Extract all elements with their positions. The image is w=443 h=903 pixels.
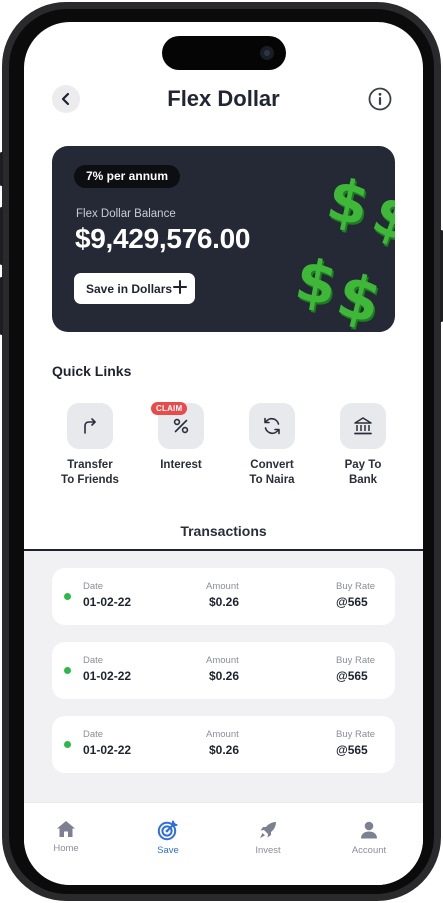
action-button (0, 152, 3, 186)
refresh-icon (264, 417, 280, 435)
user-icon (361, 821, 377, 839)
rate-column: Buy Rate @565 (336, 655, 375, 683)
date-value: 01-02-22 (83, 595, 132, 609)
date-label: Date (83, 581, 104, 592)
interest-rate-badge: 7% per annum (74, 165, 181, 188)
date-column: Date 01-02-22 (83, 729, 131, 757)
quick-link-convert[interactable]: Convert To Naira (227, 403, 317, 488)
quick-link-label: Pay To Bank (344, 459, 382, 486)
phone-frame: Flex Dollar 7% per annum Flex Dollar Bal… (0, 2, 443, 901)
volume-up-button (0, 207, 3, 265)
amount-value: $0.26 (209, 595, 240, 609)
rate-value: @565 (336, 743, 368, 757)
app-screen: Flex Dollar 7% per annum Flex Dollar Bal… (24, 22, 423, 885)
rate-value: @565 (336, 595, 368, 609)
quick-link-label: Interest (160, 459, 202, 471)
date-label: Date (83, 655, 104, 666)
tab-invest[interactable]: Invest (233, 819, 303, 856)
balance-label: Flex Dollar Balance (76, 208, 176, 220)
quick-link-interest[interactable]: CLAIM Interest (136, 402, 226, 473)
quick-link-icon-box (249, 403, 295, 449)
quick-link-pay-to-bank[interactable]: Pay To Bank (318, 403, 408, 488)
tab-account[interactable]: Account (334, 819, 404, 856)
transaction-row[interactable]: Date 01-02-22 Amount $0.26 Buy Rate @565 (52, 568, 395, 625)
balance-amount: $9,429,576.00 (75, 223, 251, 254)
page-title: Flex Dollar (167, 86, 280, 111)
amount-value: $0.26 (209, 669, 240, 683)
top-app-bar: Flex Dollar (24, 80, 423, 120)
bottom-tab-bar: Home Save Invest Account (24, 802, 423, 885)
transaction-row[interactable]: Date 01-02-22 Amount $0.26 Buy Rate @565 (52, 716, 395, 773)
claim-badge[interactable]: CLAIM (151, 402, 188, 415)
info-icon[interactable] (367, 86, 393, 112)
volume-down-button (0, 277, 3, 335)
tab-label: Home (53, 843, 79, 854)
bank-icon (354, 417, 372, 435)
transactions-title: Transactions (180, 523, 267, 539)
tab-label: Save (157, 845, 179, 856)
rate-column: Buy Rate @565 (336, 581, 375, 609)
share-arrow-icon (84, 418, 96, 434)
date-label: Date (83, 729, 104, 740)
amount-column: Amount $0.26 (206, 729, 239, 757)
amount-column: Amount $0.26 (206, 581, 239, 609)
status-dot (64, 593, 71, 600)
amount-value: $0.26 (209, 743, 240, 757)
dollar-sign-icon: $ (321, 164, 375, 240)
save-in-dollars-label: Save in Dollars (86, 281, 173, 296)
status-dot (64, 741, 71, 748)
rate-label: Buy Rate (336, 729, 376, 740)
camera-icon (260, 46, 274, 60)
home-icon (57, 821, 75, 837)
quick-link-icon-box (67, 403, 113, 449)
rocket-icon (260, 822, 276, 838)
quick-link-icon-box (340, 403, 386, 449)
rate-label: Buy Rate (336, 655, 376, 666)
quick-link-label: Convert To Naira (249, 459, 295, 486)
quick-link-label: Transfer To Friends (61, 459, 119, 486)
target-icon (157, 820, 178, 841)
date-value: 01-02-22 (83, 743, 132, 757)
date-column: Date 01-02-22 (83, 581, 131, 609)
rate-column: Buy Rate @565 (336, 729, 375, 757)
date-column: Date 01-02-22 (83, 655, 131, 683)
dollar-sign-icon: $ (330, 259, 388, 332)
save-in-dollars-button[interactable]: Save in Dollars (74, 273, 195, 304)
transaction-row[interactable]: Date 01-02-22 Amount $0.26 Buy Rate @565 (52, 642, 395, 699)
tab-save[interactable]: Save (133, 819, 203, 856)
dynamic-island (162, 36, 286, 70)
quick-link-transfer[interactable]: Transfer To Friends (45, 403, 135, 488)
amount-label: Amount (206, 581, 239, 592)
quick-links-title: Quick Links (52, 363, 132, 379)
status-dot (64, 667, 71, 674)
amount-label: Amount (206, 655, 239, 666)
balance-card: 7% per annum Flex Dollar Balance $9,429,… (52, 146, 395, 332)
rate-label: Buy Rate (336, 581, 376, 592)
date-value: 01-02-22 (83, 669, 132, 683)
rate-value: @565 (336, 669, 368, 683)
percent-icon (173, 418, 189, 434)
tab-label: Account (351, 845, 387, 856)
tab-home[interactable]: Home (31, 819, 101, 854)
amount-column: Amount $0.26 (206, 655, 239, 683)
tab-label: Invest (255, 845, 281, 856)
amount-label: Amount (206, 729, 239, 740)
plus-icon (173, 280, 187, 294)
